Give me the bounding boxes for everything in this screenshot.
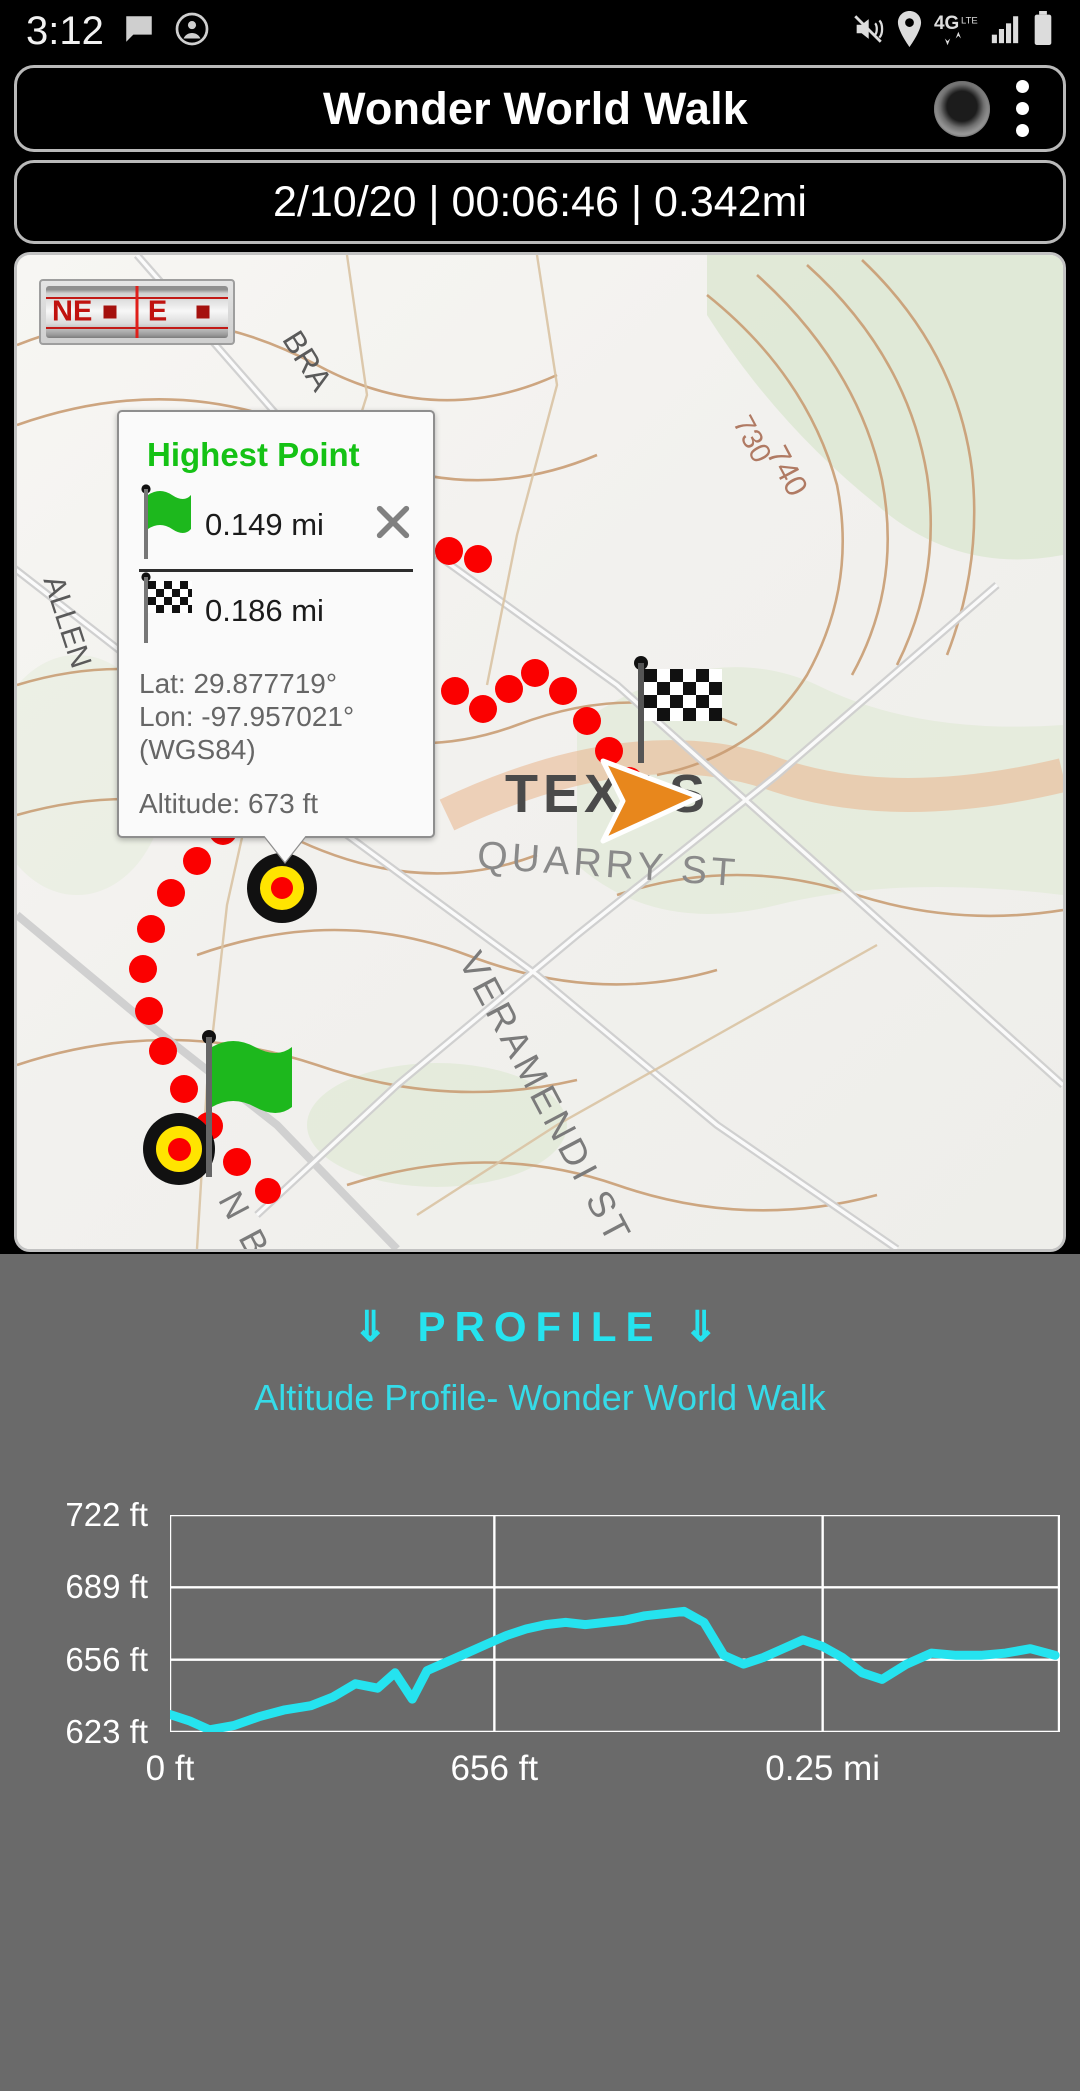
popup-finish-value: 0.186 mi (205, 592, 324, 628)
profile-panel: ⇓ PROFILE ⇓ Altitude Profile- Wonder Wor… (0, 1254, 1080, 2091)
map-view[interactable]: BRA ALLEN 740 730 TEXAS QUARRY ST VERAME… (14, 252, 1066, 1252)
status-clock: 3:12 (26, 8, 104, 53)
popup-title: Highest Point (147, 436, 360, 473)
battery-icon (1032, 10, 1054, 52)
kebab-dot-3 (1016, 124, 1029, 137)
page-title: Wonder World Walk (322, 82, 749, 134)
compass-center-line (135, 286, 139, 338)
chart-plot-area (165, 1513, 1061, 1735)
popup-pointer-tail (263, 834, 307, 863)
overflow-menu-button[interactable] (1016, 80, 1029, 137)
kebab-dot-2 (1016, 102, 1029, 115)
compass-label-ne: NE (52, 295, 93, 328)
message-icon (122, 12, 156, 51)
chart-line-svg (165, 1513, 1061, 1735)
popup-altitude: Altitude: 673 ft (139, 788, 319, 820)
stats-summary: 2/10/20 | 00:06:46 | 0.342mi (273, 177, 807, 226)
status-bar: 3:12 4G LTE (0, 0, 1080, 62)
popup-lon: Lon: -97.957021° (139, 701, 355, 733)
profile-header[interactable]: ⇓ PROFILE ⇓ (0, 1254, 1080, 1351)
profile-header-label: PROFILE (417, 1303, 663, 1350)
down-arrow-icon-right: ⇓ (683, 1303, 728, 1350)
highest-point-popup[interactable]: Highest Point 0.149 mi 0.186 mi Lat: 29.… (117, 410, 435, 863)
account-icon (174, 11, 210, 52)
record-button[interactable] (934, 80, 990, 137)
status-bar-left: 3:12 (26, 9, 210, 54)
chart-x-axis: 0 ft 656 ft 0.25 mi (0, 1749, 1080, 1809)
svg-text:4G: 4G (934, 13, 959, 34)
compass-dial: NE E (46, 286, 228, 338)
popup-coordinates: Lat: 29.877719° Lon: -97.957021° (WGS84) (139, 667, 413, 766)
svg-text:LTE: LTE (961, 15, 978, 26)
green-flag-icon (139, 484, 193, 565)
popup-finish-row: 0.186 mi (139, 572, 413, 649)
popup-lat: Lat: 29.877719° (139, 668, 338, 699)
chart-y-tick-2: 656 ft (65, 1640, 148, 1678)
compass-tick-right (196, 305, 210, 319)
compass-tick-left (103, 305, 117, 319)
vibrate-mute-icon (851, 12, 885, 51)
popup-start-value: 0.149 mi (205, 506, 324, 542)
green-flag-marker[interactable] (197, 1029, 297, 1184)
close-icon[interactable] (373, 502, 413, 542)
down-arrow-icon-left: ⇓ (352, 1303, 397, 1350)
title-bar-actions (934, 80, 1063, 137)
profile-subtitle: Altitude Profile- Wonder World Walk (254, 1377, 826, 1418)
compass-label-e: E (147, 295, 168, 328)
stats-bar[interactable]: 2/10/20 | 00:06:46 | 0.342mi (14, 160, 1066, 244)
chart-y-tick-1: 689 ft (65, 1568, 148, 1606)
chart-x-tick-1: 656 ft (450, 1749, 539, 1788)
chart-y-tick-3: 623 ft (65, 1713, 148, 1750)
popup-start-row: 0.149 mi (139, 484, 413, 565)
chart-x-tick-0: 0 ft (145, 1749, 195, 1788)
location-icon (894, 10, 925, 52)
chart-y-tick-0: 722 ft (65, 1496, 148, 1533)
chart-x-tick-2: 0.25 mi (765, 1749, 881, 1788)
signal-bars-icon (989, 12, 1023, 51)
app-root: 3:12 4G LTE Wonder World Walk 2/10/20 | … (0, 0, 1080, 2091)
altitude-chart[interactable]: 722 ft 689 ft 656 ft 623 ft 0 ft 656 ft 0.25 … (0, 1419, 1080, 1979)
bullseye-marker-highest[interactable] (247, 853, 317, 923)
orange-direction-arrow[interactable] (595, 755, 705, 852)
title-bar: Wonder World Walk (14, 65, 1066, 152)
4g-data-icon: 4G LTE (934, 11, 980, 52)
status-bar-right: 4G LTE (851, 10, 1054, 52)
compass-widget[interactable]: NE E (39, 279, 235, 345)
kebab-dot-1 (1016, 80, 1029, 93)
popup-datum: (WGS84) (139, 734, 256, 766)
checkered-flag-icon (139, 572, 193, 649)
